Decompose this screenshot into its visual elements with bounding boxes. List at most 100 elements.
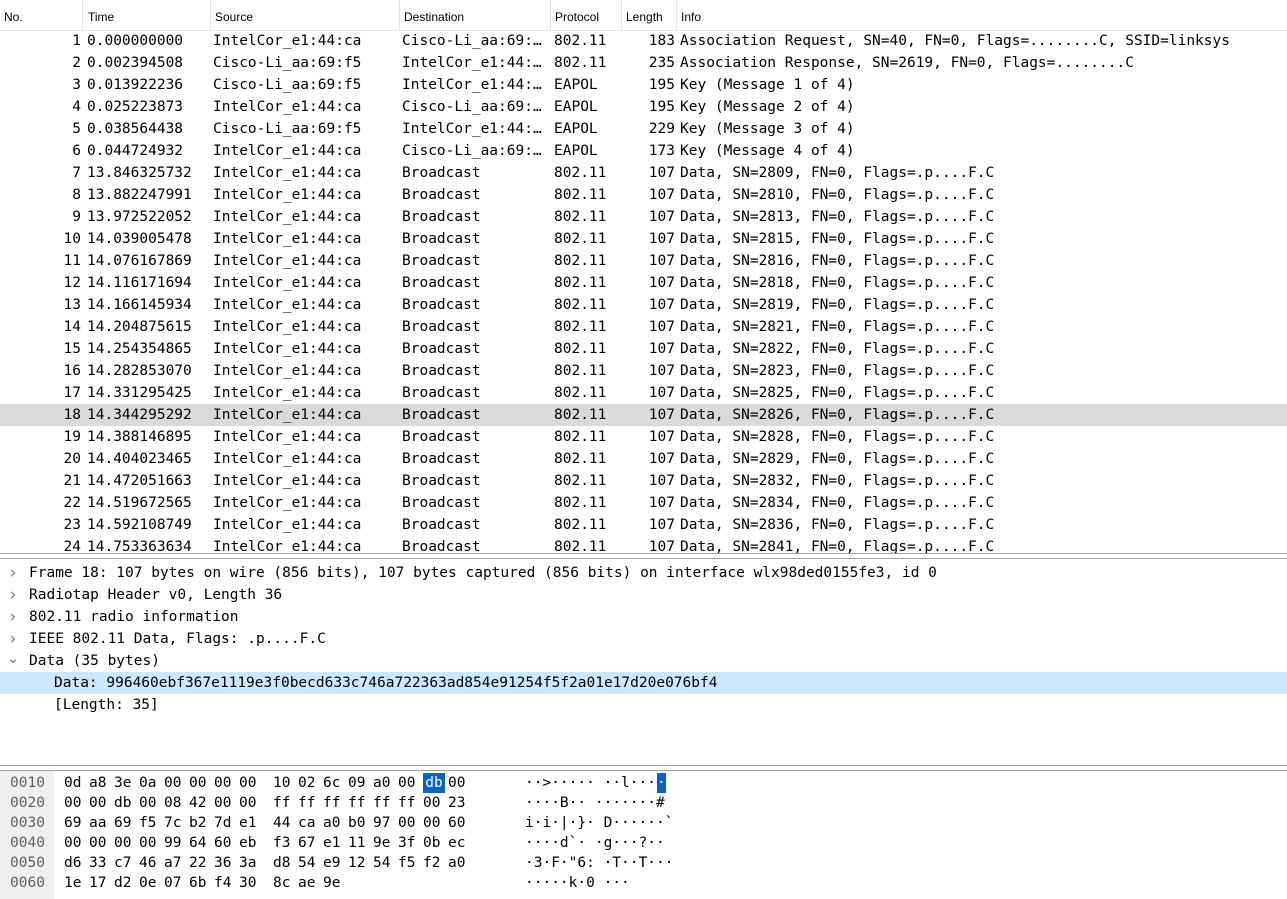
detail-tree-item[interactable]: Data: 996460ebf367e1119e3f0becd633c746a7… (0, 672, 1287, 694)
packet-row[interactable]: 24 14.753363634 IntelCor_e1:44:ca Broadcast… (0, 536, 1287, 553)
column-header-time[interactable]: Time (84, 0, 211, 30)
packet-row[interactable]: 2 0.002394508 Cisco-Li_aa:69:f5 IntelCor_e1… (0, 52, 1287, 74)
hex-byte[interactable]: ca (298, 813, 320, 833)
column-header-source[interactable]: Source (211, 0, 400, 30)
hex-byte[interactable]: e9 (323, 853, 345, 873)
packet-row[interactable]: 20 14.404023465 IntelCor_e1:44:ca Broadcast… (0, 448, 1287, 470)
hex-byte[interactable]: f5 (139, 813, 161, 833)
column-header-destination[interactable]: Destination (400, 0, 551, 30)
hex-byte[interactable]: 00 (214, 773, 236, 793)
hex-byte[interactable]: 09 (348, 773, 370, 793)
hex-byte[interactable]: 8c (273, 873, 295, 893)
column-header-length[interactable]: Length (622, 0, 677, 30)
chevron-right-icon[interactable]: › (6, 628, 20, 650)
hex-byte[interactable]: d6 (64, 853, 86, 873)
detail-tree-item[interactable]: › Frame 18: 107 bytes on wire (856 bits),… (0, 562, 1287, 584)
hex-byte[interactable]: 12 (348, 853, 370, 873)
hex-byte[interactable]: 00 (64, 793, 86, 813)
hex-byte[interactable]: ff (348, 793, 370, 813)
packet-list-pane[interactable]: No. Time Source Destination Protocol Len… (0, 0, 1287, 554)
hex-byte[interactable]: 54 (298, 853, 320, 873)
hex-byte[interactable]: 7d (214, 813, 236, 833)
ascii-bytes[interactable]: ····d`· ·g···?·· (525, 833, 665, 853)
hex-byte[interactable]: ff (323, 793, 345, 813)
packet-row[interactable]: 14 14.204875615 IntelCor_e1:44:ca Broadcast… (0, 316, 1287, 338)
detail-tree-item[interactable]: › Radiotap Header v0, Length 36 (0, 584, 1287, 606)
hex-byte[interactable]: 60 (448, 813, 470, 833)
hex-byte[interactable]: 7c (164, 813, 186, 833)
hex-byte[interactable]: 07 (164, 873, 186, 893)
packet-row[interactable]: 3 0.013922236 Cisco-Li_aa:69:f5 IntelCor_e1… (0, 74, 1287, 96)
packet-row[interactable]: 7 13.846325732 IntelCor_e1:44:ca Broadcast 8… (0, 162, 1287, 184)
hex-bytes[interactable]: 00 00 db 00 08 42 00 00 ff ff ff ff ff ff 00 23 (64, 793, 473, 813)
packet-details-pane[interactable]: › Frame 18: 107 bytes on wire (856 bits),… (0, 558, 1287, 766)
hex-byte[interactable]: 00 (139, 833, 161, 853)
hex-byte[interactable]: c7 (114, 853, 136, 873)
hex-byte[interactable]: 00 (64, 833, 86, 853)
detail-tree-item[interactable]: › 802.11 radio information (0, 606, 1287, 628)
ascii-bytes[interactable]: ····B·· ·······# (525, 793, 665, 813)
hex-byte[interactable]: 6b (189, 873, 211, 893)
hex-byte[interactable]: db (114, 793, 136, 813)
hex-byte[interactable]: 69 (114, 813, 136, 833)
hex-byte[interactable]: a7 (164, 853, 186, 873)
packet-row[interactable]: 5 0.038564438 Cisco-Li_aa:69:f5 IntelCor_e1… (0, 118, 1287, 140)
hex-byte[interactable]: 3a (239, 853, 261, 873)
hex-byte[interactable]: 22 (189, 853, 211, 873)
hex-byte[interactable]: 00 (239, 793, 261, 813)
packet-row[interactable]: 9 13.972522052 IntelCor_e1:44:ca Broadcast 8… (0, 206, 1287, 228)
hex-bytes[interactable]: 0d a8 3e 0a 00 00 00 00 10 02 6c 09 a0 00 db 00 (64, 773, 473, 793)
hex-byte[interactable]: 00 (89, 833, 111, 853)
hex-byte[interactable]: 11 (348, 833, 370, 853)
hex-byte[interactable]: 00 (398, 813, 420, 833)
hex-byte[interactable]: f2 (423, 853, 445, 873)
hex-byte[interactable]: 08 (164, 793, 186, 813)
hex-byte[interactable]: 10 (273, 773, 295, 793)
hex-byte[interactable]: f4 (214, 873, 236, 893)
packet-row[interactable]: 11 14.076167869 IntelCor_e1:44:ca Broadcast… (0, 250, 1287, 272)
packet-row[interactable]: 15 14.254354865 IntelCor_e1:44:ca Broadcast… (0, 338, 1287, 360)
packet-row[interactable]: 6 0.044724932 IntelCor_e1:44:ca Cisco-Li_aa… (0, 140, 1287, 162)
detail-tree-item[interactable]: [Length: 35] (0, 694, 1287, 716)
hex-byte[interactable]: ff (298, 793, 320, 813)
packet-row[interactable]: 21 14.472051663 IntelCor_e1:44:ca Broadcast… (0, 470, 1287, 492)
packet-row[interactable]: 13 14.166145934 IntelCor_e1:44:ca Broadcast… (0, 294, 1287, 316)
hex-byte[interactable]: 97 (373, 813, 395, 833)
hex-byte[interactable]: 64 (189, 833, 211, 853)
hex-bytes[interactable]: 1e 17 d2 0e 07 6b f4 30 8c ae 9e (64, 873, 348, 893)
packet-row[interactable]: 8 13.882247991 IntelCor_e1:44:ca Broadcast 8… (0, 184, 1287, 206)
hex-byte[interactable]: b0 (348, 813, 370, 833)
ascii-byte-selected[interactable]: · (657, 773, 666, 793)
chevron-right-icon[interactable]: › (6, 606, 20, 628)
column-header-protocol[interactable]: Protocol (551, 0, 622, 30)
hex-byte[interactable]: e1 (239, 813, 261, 833)
hex-byte[interactable]: 69 (64, 813, 86, 833)
hex-byte[interactable]: 42 (189, 793, 211, 813)
packet-row[interactable]: 18 14.344295292 IntelCor_e1:44:ca Broadcast… (0, 404, 1287, 426)
packet-row[interactable]: 4 0.025223873 IntelCor_e1:44:ca Cisco-Li_aa… (0, 96, 1287, 118)
hex-byte[interactable]: 00 (398, 773, 420, 793)
packet-row[interactable]: 1 0.000000000 IntelCor_e1:44:ca Cisco-Li_aa… (0, 30, 1287, 52)
hex-byte[interactable]: 67 (298, 833, 320, 853)
hex-byte[interactable]: 23 (448, 793, 470, 813)
column-header-no[interactable]: No. (0, 0, 83, 30)
hex-byte[interactable]: 44 (273, 813, 295, 833)
hex-byte[interactable]: 3e (114, 773, 136, 793)
ascii-bytes[interactable]: ·····k·0 ··· (525, 873, 630, 893)
hex-byte[interactable]: 00 (164, 773, 186, 793)
hex-byte[interactable]: 00 (114, 833, 136, 853)
hex-byte[interactable]: a8 (89, 773, 111, 793)
hex-byte[interactable]: e1 (323, 833, 345, 853)
packet-row[interactable]: 22 14.519672565 IntelCor_e1:44:ca Broadcast… (0, 492, 1287, 514)
hex-byte[interactable]: f3 (273, 833, 295, 853)
hex-byte[interactable]: 36 (214, 853, 236, 873)
ascii-bytes[interactable]: ·3·F·"6: ·T··T··· (525, 853, 673, 873)
hex-byte[interactable]: aa (89, 813, 111, 833)
hex-byte[interactable]: 00 (139, 793, 161, 813)
detail-tree-item[interactable]: ⌄ Data (35 bytes) (0, 650, 1287, 672)
hex-byte[interactable]: 9e (373, 833, 395, 853)
hex-byte[interactable]: 46 (139, 853, 161, 873)
hex-byte[interactable]: 0d (64, 773, 86, 793)
chevron-down-icon[interactable]: ⌄ (6, 650, 20, 672)
hex-byte[interactable]: a0 (373, 773, 395, 793)
